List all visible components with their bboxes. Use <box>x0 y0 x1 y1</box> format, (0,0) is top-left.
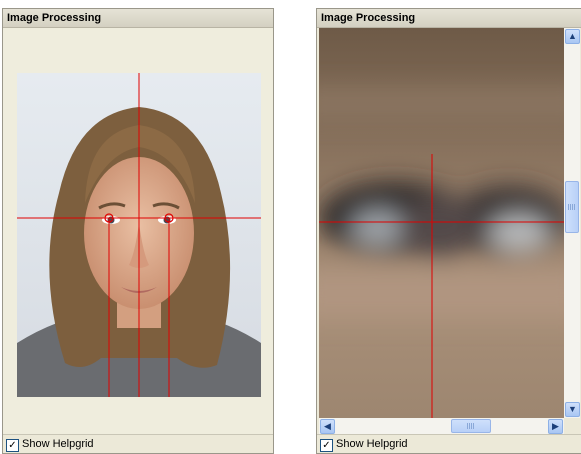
helpgrid-footer: ✓ Show Helpgrid <box>317 434 581 453</box>
face-photo[interactable] <box>17 73 261 397</box>
helpgrid-footer: ✓ Show Helpgrid <box>3 434 273 453</box>
zoomed-eye-view[interactable] <box>319 28 564 418</box>
image-processing-panel-right: Image Processing ▲ ▼ ◀ ▶ ✓ Show Helpgrid <box>316 8 581 454</box>
panel-title: Image Processing <box>317 9 581 28</box>
horizontal-scrollbar[interactable]: ◀ ▶ <box>319 418 564 434</box>
show-helpgrid-checkbox[interactable]: ✓ <box>320 439 333 452</box>
zoomed-eye-image <box>319 28 564 418</box>
horizontal-scroll-thumb[interactable] <box>451 419 491 433</box>
panel-title: Image Processing <box>3 9 273 28</box>
face-photo-image <box>17 73 261 397</box>
show-helpgrid-label: Show Helpgrid <box>22 438 94 450</box>
vertical-scrollbar[interactable]: ▲ ▼ <box>564 28 580 418</box>
image-area <box>3 28 273 435</box>
scroll-up-icon[interactable]: ▲ <box>565 29 580 44</box>
show-helpgrid-checkbox[interactable]: ✓ <box>6 439 19 452</box>
scroll-down-icon[interactable]: ▼ <box>565 402 580 417</box>
scroll-left-icon[interactable]: ◀ <box>320 419 335 434</box>
image-processing-panel-left: Image Processing ✓ Show Helpgrid <box>2 8 274 454</box>
scroll-right-icon[interactable]: ▶ <box>548 419 563 434</box>
show-helpgrid-label: Show Helpgrid <box>336 438 408 450</box>
vertical-scroll-thumb[interactable] <box>565 181 579 233</box>
